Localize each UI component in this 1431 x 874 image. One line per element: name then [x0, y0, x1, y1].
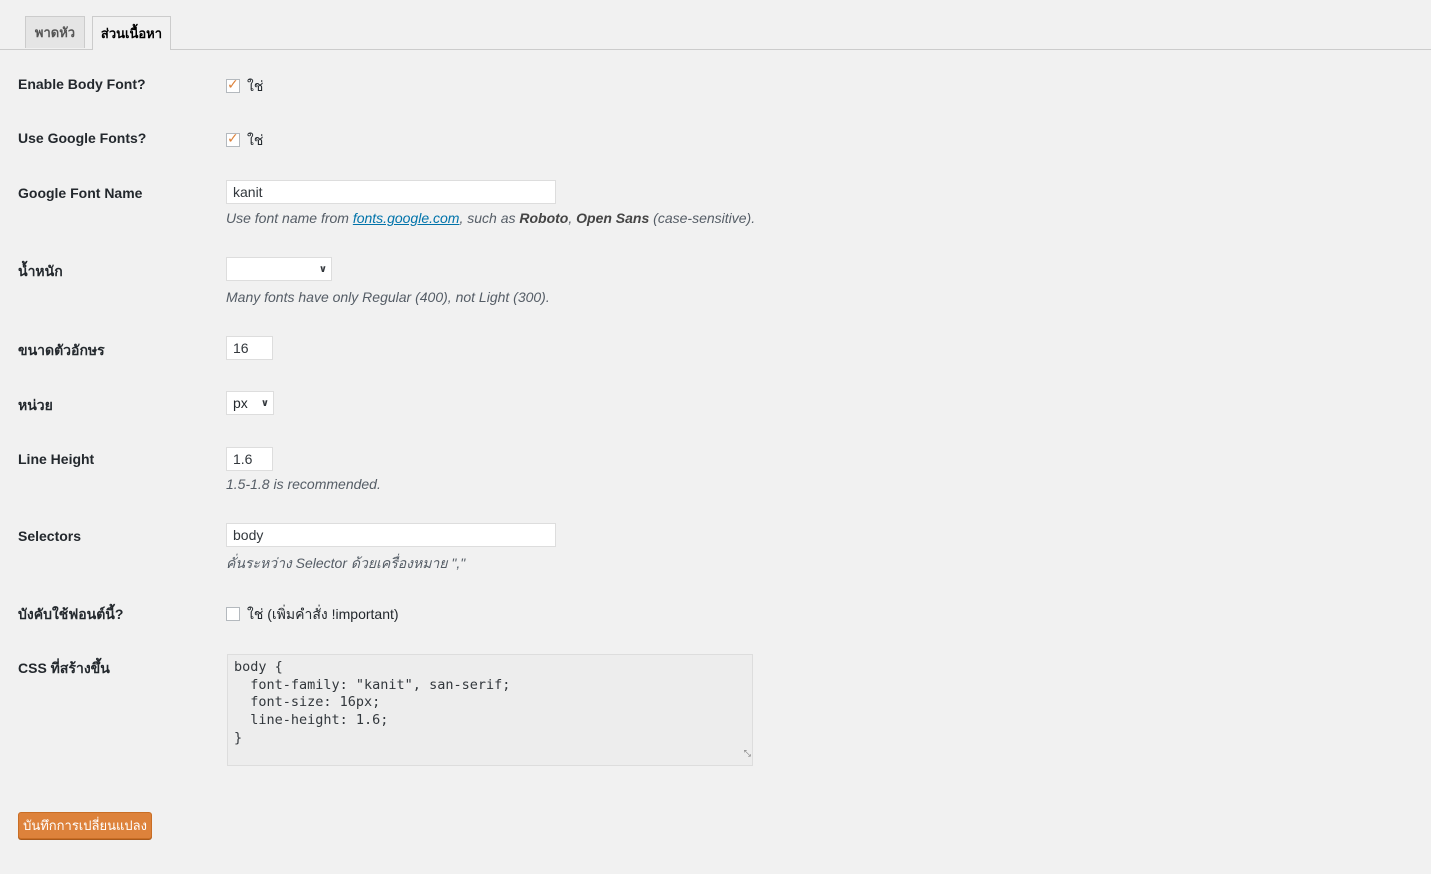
selectors-label: Selectors — [18, 528, 82, 544]
line-height-input[interactable]: 1.6 — [226, 447, 273, 471]
tab-body-content[interactable]: ส่วนเนื้อหา — [92, 16, 171, 50]
font-size-input[interactable]: 16 — [226, 336, 273, 360]
weight-label: น้ำหนัก — [18, 263, 63, 279]
line-height-description: 1.5-1.8 is recommended. — [226, 476, 381, 492]
selectors-input[interactable]: body — [226, 523, 556, 547]
force-font-checkbox[interactable] — [226, 607, 240, 621]
checkmark-icon: ✓ — [227, 76, 239, 92]
line-height-label: Line Height — [18, 451, 95, 467]
weight-description: Many fonts have only Regular (400), not … — [226, 289, 550, 305]
tab-headings[interactable]: พาดหัว — [25, 16, 85, 48]
selectors-description: คั่นระหว่าง Selector ด้วยเครื่องหมาย "," — [226, 555, 466, 571]
use-google-fonts-option[interactable]: ใช่ — [247, 130, 263, 152]
google-font-name-description: Use font name from fonts.google.com, suc… — [226, 210, 756, 226]
force-font-field: ใช่ (เพิ่มคำสั่ง !important) — [226, 604, 399, 626]
use-google-fonts-checkbox[interactable]: ✓ — [226, 130, 240, 147]
use-google-fonts-field: ✓ ใช่ — [226, 130, 263, 152]
enable-body-font-checkbox[interactable]: ✓ — [226, 76, 240, 93]
unit-select[interactable]: px ∨ — [226, 391, 274, 415]
google-font-name-input[interactable]: kanit — [226, 180, 556, 204]
weight-select[interactable]: ∨ — [226, 257, 332, 281]
enable-body-font-field: ✓ ใช่ — [226, 76, 263, 98]
generated-css-label: CSS ที่สร้างขึ้น — [18, 660, 110, 676]
force-font-option[interactable]: ใช่ (เพิ่มคำสั่ง !important) — [247, 604, 399, 626]
enable-body-font-option[interactable]: ใช่ — [247, 76, 263, 98]
tab-bar: พาดหัว ส่วนเนื้อหา — [0, 0, 1431, 50]
chevron-down-icon: ∨ — [260, 397, 269, 409]
generated-css-code: body { font-family: "kanit", san-serif; … — [234, 659, 511, 746]
font-size-label: ขนาดตัวอักษร — [18, 342, 105, 358]
checkmark-icon: ✓ — [227, 130, 239, 146]
generated-css-textarea[interactable]: body { font-family: "kanit", san-serif; … — [227, 654, 753, 766]
unit-label: หน่วย — [18, 397, 53, 413]
force-font-label: บังคับใช้ฟอนต์นี้? — [18, 606, 124, 622]
google-fonts-link[interactable]: fonts.google.com — [353, 210, 460, 226]
resize-handle-icon[interactable]: ⤡ — [744, 746, 751, 764]
save-changes-button[interactable]: บันทึกการเปลี่ยนแปลง — [18, 812, 152, 839]
chevron-down-icon: ∨ — [318, 263, 327, 275]
enable-body-font-label: Enable Body Font? — [18, 76, 146, 92]
unit-select-value: px — [233, 395, 248, 411]
use-google-fonts-label: Use Google Fonts? — [18, 130, 147, 146]
google-font-name-label: Google Font Name — [18, 185, 143, 201]
